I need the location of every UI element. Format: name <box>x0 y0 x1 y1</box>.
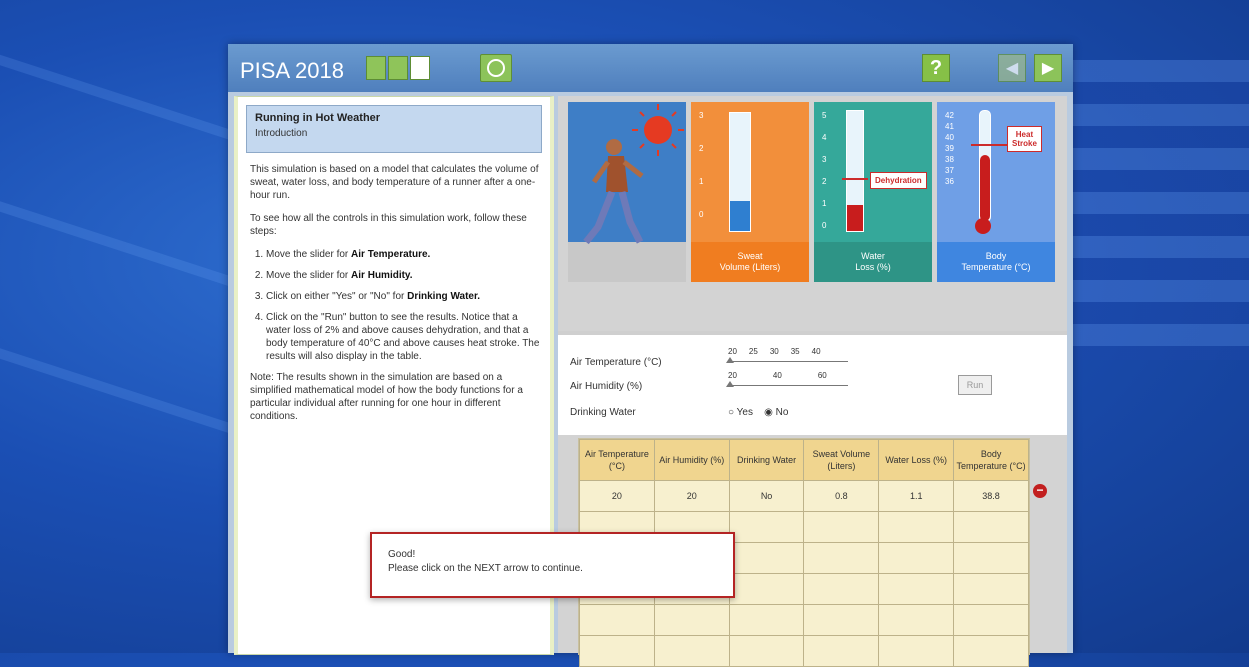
runner-illustration <box>568 104 686 282</box>
air-humidity-label: Air Humidity (%) <box>570 381 643 392</box>
unit-subtitle: Introduction <box>255 128 308 139</box>
app-title: PISA 2018 <box>240 58 344 83</box>
step-item: Click on either "Yes" or "No" for Drinki… <box>266 290 540 303</box>
instructions-title-box: Running in Hot Weather Introduction <box>246 105 542 153</box>
body-temperature-tile: 42 41 40 39 38 37 36 Heat Stroke Body Te… <box>937 102 1055 282</box>
dehydration-threshold-line <box>842 178 868 180</box>
thermometer <box>979 110 991 222</box>
heat-stroke-threshold-line <box>971 144 1009 146</box>
next-arrow-icon: ▶ <box>1041 60 1055 77</box>
simulation-visuals: 3 2 1 0 Sweat Volume (Liters) 5 4 3 2 1 … <box>568 102 1058 282</box>
runner-tile <box>568 102 686 282</box>
delete-row-button[interactable]: − <box>1033 484 1047 498</box>
table-cell: 0.8 <box>803 480 880 512</box>
table-header: Air Temperature (°C) <box>579 439 655 481</box>
air-humidity-slider[interactable] <box>726 381 848 387</box>
step-item: Click on the "Run" button to see the res… <box>266 311 540 363</box>
help-button[interactable]: ? <box>922 54 950 82</box>
slider-thumb[interactable] <box>726 357 734 363</box>
table-cell: 20 <box>579 480 655 512</box>
water-cylinder <box>846 110 864 232</box>
back-arrow-icon: ◀ <box>1005 60 1019 77</box>
air-temperature-label: Air Temperature (°C) <box>570 357 662 368</box>
progress-segment <box>366 56 386 80</box>
intro-paragraph: This simulation is based on a model that… <box>250 164 539 201</box>
air-temperature-ticks: 20 25 30 35 40 <box>728 347 821 356</box>
unit-title: Running in Hot Weather <box>255 112 381 124</box>
table-cell: 20 <box>653 480 730 512</box>
slider-thumb[interactable] <box>726 381 734 387</box>
instructions-text: This simulation is based on a model that… <box>238 153 550 423</box>
progress-segment <box>388 56 408 80</box>
feedback-dialog: Good! Please click on the NEXT arrow to … <box>370 532 735 598</box>
drinking-water-options: ○ Yes ◉ No <box>728 407 788 418</box>
table-row <box>579 635 1029 667</box>
water-loss-tile: 5 4 3 2 1 0 Dehydration Water Loss (%) <box>814 102 932 282</box>
table-header: Air Humidity (%) <box>653 439 730 481</box>
run-button[interactable]: Run <box>958 375 992 395</box>
dehydration-callout: Dehydration <box>870 172 927 189</box>
simulation-controls: Air Temperature (°C) 20 25 30 35 40 Air … <box>558 331 1067 435</box>
sweat-cylinder <box>729 112 751 232</box>
progress-indicator <box>366 56 430 80</box>
table-row <box>579 604 1029 636</box>
thermometer-fill <box>980 155 990 221</box>
steps-list: Move the slider for Air Temperature. Mov… <box>250 248 540 363</box>
help-icon: ? <box>929 56 943 79</box>
delete-row-icon: − <box>1036 483 1044 497</box>
app-header: PISA 2018 ? ◀ ▶ <box>228 44 1073 92</box>
radio-no[interactable]: ◉ No <box>764 407 788 418</box>
feedback-title: Good! <box>388 549 416 560</box>
sweat-volume-tile: 3 2 1 0 Sweat Volume (Liters) <box>691 102 809 282</box>
progress-segment-current <box>410 56 430 80</box>
table-header: Sweat Volume (Liters) <box>803 439 880 481</box>
radio-yes[interactable]: ○ Yes <box>728 407 753 418</box>
table-cell: 38.8 <box>953 480 1029 512</box>
table-cell: 1.1 <box>878 480 955 512</box>
sweat-fill <box>730 201 750 231</box>
table-cell: No <box>728 480 805 512</box>
water-scale: 5 4 3 2 1 0 <box>822 111 827 230</box>
steps-intro: To see how all the controls in this simu… <box>250 213 527 237</box>
feedback-message: Please click on the NEXT arrow to contin… <box>388 563 583 574</box>
table-row: 20 20 No 0.8 1.1 38.8 <box>579 480 1029 512</box>
step-item: Move the slider for Air Humidity. <box>266 269 540 282</box>
water-label: Water Loss (%) <box>814 242 932 282</box>
drinking-water-label: Drinking Water <box>570 407 636 418</box>
air-temperature-slider[interactable] <box>726 357 848 363</box>
table-header: Water Loss (%) <box>878 439 955 481</box>
table-header: Body Temperature (°C) <box>953 439 1029 481</box>
timer-button[interactable] <box>480 54 512 82</box>
table-header: Drinking Water <box>728 439 805 481</box>
sweat-label: Sweat Volume (Liters) <box>691 242 809 282</box>
background-flag <box>1069 60 1249 360</box>
body-label: Body Temperature (°C) <box>937 242 1055 282</box>
body-scale: 42 41 40 39 38 37 36 <box>945 111 954 186</box>
step-item: Move the slider for Air Temperature. <box>266 248 540 261</box>
back-button[interactable]: ◀ <box>998 54 1026 82</box>
thermometer-bulb <box>975 218 991 234</box>
timer-icon <box>487 59 505 77</box>
heat-stroke-callout: Heat Stroke <box>1007 126 1042 152</box>
air-humidity-ticks: 20 40 60 <box>728 371 827 380</box>
note-paragraph: Note: The results shown in the simulatio… <box>250 372 523 422</box>
water-fill <box>847 205 863 231</box>
sweat-scale: 3 2 1 0 <box>699 111 704 219</box>
next-button[interactable]: ▶ <box>1034 54 1062 82</box>
